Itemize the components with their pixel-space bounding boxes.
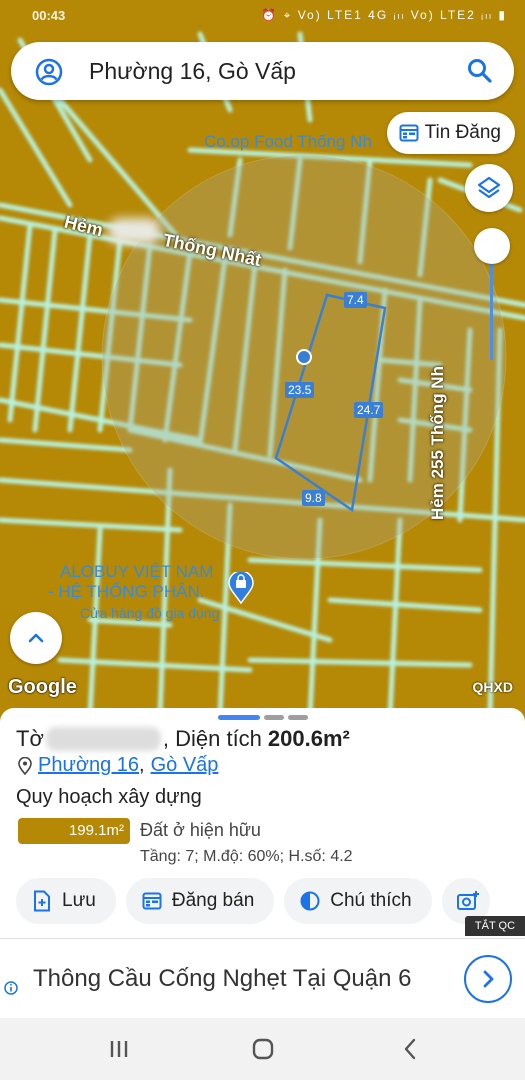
- map-canvas[interactable]: [0, 0, 525, 715]
- dimension-label-bottom: 9.8: [302, 490, 325, 506]
- system-nav-bar: [0, 1018, 525, 1080]
- ward-link[interactable]: Phường 16: [38, 754, 139, 777]
- search-bar[interactable]: Phường 16, Gò Vấp: [11, 42, 514, 100]
- back-icon[interactable]: [398, 1036, 424, 1062]
- tin-dang-label: Tin Đăng: [424, 122, 501, 143]
- google-logo: Google: [8, 676, 77, 698]
- chu-thich-label: Chú thích: [330, 890, 412, 911]
- planning-title: Quy hoạch xây dựng: [16, 786, 202, 808]
- location-separator: ,: [139, 754, 145, 776]
- poi-coop-food[interactable]: Co.op Food Thống Nh: [204, 132, 372, 151]
- planning-area-badge: 199.1m²: [18, 818, 130, 844]
- poi-alobuy-subtitle: Cửa hàng đồ gia dụng: [80, 605, 220, 621]
- poi-alobuy-line1[interactable]: ALOBUY VIỆT NAM: [60, 562, 213, 581]
- sheet-handle-bar[interactable]: [218, 715, 260, 720]
- listing-icon: [399, 124, 419, 142]
- qhxd-label: QHXD: [472, 679, 513, 695]
- shopping-bag-icon[interactable]: [228, 570, 254, 605]
- to-label: Tờ: [16, 726, 44, 751]
- recent-apps-icon[interactable]: [106, 1036, 132, 1062]
- save-label: Lưu: [62, 890, 96, 911]
- dimension-label-right: 24.7: [354, 402, 384, 418]
- blurred-parcel-number: [45, 727, 161, 751]
- planning-land-type: Đất ở hiện hữu: [140, 820, 261, 840]
- layers-button[interactable]: [465, 164, 513, 212]
- save-button[interactable]: Lưu: [16, 878, 116, 924]
- status-bar: 00:43 ⏰ ⌖ Vo) LTE1 4G ᵢₗₗ Vo) LTE2 ᵢₗₗ ▮: [0, 0, 525, 34]
- location-pin-icon: [18, 756, 32, 775]
- status-icons: ⏰ ⌖ Vo) LTE1 4G ᵢₗₗ Vo) LTE2 ᵢₗₗ ▮: [261, 8, 507, 22]
- ad-text[interactable]: Thông Cầu Cống Nghẹt Tại Quận 6: [33, 965, 411, 993]
- hide-ads-badge[interactable]: TẮT QC: [465, 916, 525, 936]
- sheet-handle-bar[interactable]: [264, 715, 284, 720]
- chevron-right-icon: [483, 970, 494, 988]
- street-label-hem-255: Hẻm 255 Thống Nh: [428, 366, 447, 520]
- location-line: Phường 16, Gò Vấp: [18, 754, 218, 777]
- sheet-handle[interactable]: [218, 715, 308, 720]
- opacity-slider-knob[interactable]: [474, 228, 510, 264]
- dang-ban-button[interactable]: Đăng bán: [125, 878, 275, 924]
- listing-icon: [142, 892, 162, 910]
- parcel-info-sheet[interactable]: Tờ , Diện tích 200.6m² Phường 16, Gò Vấp…: [0, 708, 525, 938]
- layers-icon: [477, 176, 501, 199]
- planning-details: Tầng: 7; M.độ: 60%; H.số: 4.2: [140, 848, 353, 865]
- tin-dang-button[interactable]: Tin Đăng: [386, 112, 515, 154]
- account-icon[interactable]: [35, 58, 63, 86]
- chu-thich-button[interactable]: Chú thích: [284, 878, 432, 924]
- sheet-handle-bar[interactable]: [288, 715, 308, 720]
- search-query[interactable]: Phường 16, Gò Vấp: [89, 58, 296, 85]
- chevron-up-icon: [28, 633, 44, 643]
- add-file-icon: [34, 890, 50, 912]
- ad-banner[interactable]: Thông Cầu Cống Nghẹt Tại Quận 6: [0, 938, 525, 1018]
- ad-open-button[interactable]: [464, 955, 512, 1003]
- parcel-title: Tờ , Diện tích 200.6m²: [16, 726, 350, 752]
- blurred-street-number: [108, 218, 160, 244]
- info-icon[interactable]: [4, 981, 18, 995]
- dimension-label-left: 23.5: [285, 382, 315, 398]
- poi-alobuy-line2[interactable]: - HỆ THỐNG PHÂN.: [48, 582, 204, 601]
- home-icon[interactable]: [250, 1036, 276, 1062]
- add-photo-icon: [456, 891, 479, 910]
- contrast-icon: [300, 891, 320, 911]
- district-link[interactable]: Gò Vấp: [151, 754, 219, 777]
- search-icon[interactable]: [466, 57, 494, 85]
- expand-up-button[interactable]: [10, 612, 62, 664]
- dimension-label-top: 7.4: [344, 292, 367, 308]
- status-time: 00:43: [32, 8, 66, 23]
- dang-ban-label: Đăng bán: [171, 890, 255, 911]
- dien-tich-label: , Diện tích: [162, 726, 262, 751]
- area-value: 200.6m²: [267, 726, 350, 751]
- action-row: Lưu Đăng bán Chú thích: [16, 878, 490, 924]
- map-view[interactable]: 00:43 ⏰ ⌖ Vo) LTE1 4G ᵢₗₗ Vo) LTE2 ᵢₗₗ ▮…: [0, 0, 525, 715]
